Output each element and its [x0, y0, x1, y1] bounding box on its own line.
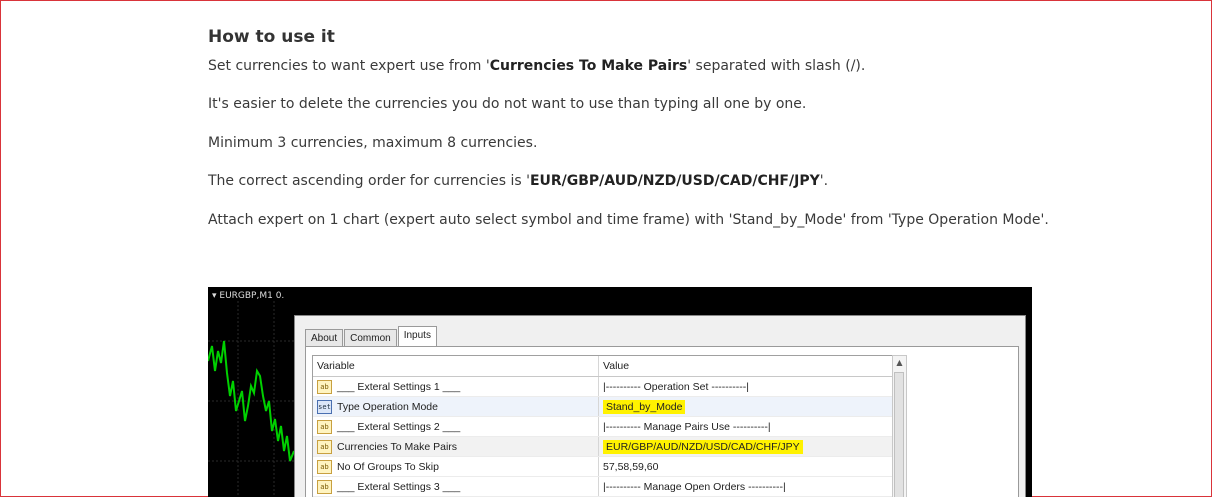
value-cell: 57,58,59,60: [599, 457, 893, 476]
enum-param-icon: set: [317, 399, 332, 414]
table-row[interactable]: set Type Operation Mode Stand_by_Mode: [313, 397, 893, 417]
p1-text-c: ' separated with slash (/).: [687, 58, 866, 74]
value-cell: |---------- Manage Pairs Use ----------|: [599, 417, 893, 436]
p4-text-a: The correct ascending order for currenci…: [208, 173, 530, 189]
string-param-icon: ab: [317, 439, 332, 454]
variable-cell: ab Currencies To Make Pairs: [313, 437, 599, 456]
string-param-icon: ab: [317, 419, 332, 434]
dialog-tabs: About Common Inputs: [305, 326, 438, 349]
paragraph-attach: Attach expert on 1 chart (expert auto se…: [208, 212, 1049, 228]
variable-cell: set Type Operation Mode: [313, 397, 599, 416]
table-row[interactable]: ab Currencies To Make Pairs EUR/GBP/AUD/N…: [313, 437, 893, 457]
paragraph-set-currencies: Set currencies to want expert use from '…: [208, 56, 865, 76]
p4-bold: EUR/GBP/AUD/NZD/USD/CAD/CHF/JPY: [529, 173, 820, 189]
value-cell: |---------- Operation Set ----------|: [599, 377, 893, 396]
price-chart: [208, 301, 294, 497]
variable-name: ___ Exteral Settings 3 ___: [337, 480, 461, 493]
table-row[interactable]: ab ___ Exteral Settings 1 ___ |----------…: [313, 377, 893, 397]
article: How to use it Set currencies to want exp…: [208, 24, 1108, 228]
variable-name: ___ Exteral Settings 2 ___: [337, 420, 461, 433]
scroll-up-arrow-icon[interactable]: ▲: [893, 356, 906, 370]
variable-cell: ab ___ Exteral Settings 3 ___: [313, 477, 599, 496]
string-param-icon: ab: [317, 459, 332, 474]
section-heading: How to use it: [208, 27, 335, 47]
variable-cell: ab No Of Groups To Skip: [313, 457, 599, 476]
variable-cell: ab ___ Exteral Settings 1 ___: [313, 377, 599, 396]
value-cell: |---------- Manage Open Orders ---------…: [599, 477, 893, 496]
string-param-icon: ab: [317, 479, 332, 494]
variable-value: |---------- Manage Pairs Use ----------|: [603, 420, 771, 433]
variable-value: |---------- Manage Open Orders ---------…: [603, 480, 786, 493]
p1-bold: Currencies To Make Pairs: [489, 58, 688, 74]
string-param-icon: ab: [317, 379, 332, 394]
header-variable[interactable]: Variable: [313, 356, 599, 376]
variable-value: 57,58,59,60: [603, 460, 659, 473]
p1-text-a: Set currencies to want expert use from ': [208, 58, 490, 74]
scroll-thumb[interactable]: [894, 372, 904, 497]
table-scrollbar[interactable]: ▲: [892, 355, 907, 497]
table-header: Variable Value: [313, 356, 893, 377]
inputs-panel: Variable Value ab ___ Exteral Settings 1 …: [305, 346, 1019, 497]
p4-text-c: '.: [819, 173, 829, 189]
inputs-table: Variable Value ab ___ Exteral Settings 1 …: [312, 355, 894, 497]
variable-name: Currencies To Make Pairs: [337, 440, 458, 453]
paragraph-order: The correct ascending order for currenci…: [208, 171, 828, 191]
chart-symbol-label: ▾ EURGBP,M1 0.: [212, 291, 285, 301]
table-row[interactable]: ab No Of Groups To Skip 57,58,59,60: [313, 457, 893, 477]
paragraph-min-max: Minimum 3 currencies, maximum 8 currenci…: [208, 135, 538, 151]
highlighted-value: Stand_by_Mode: [603, 399, 686, 414]
value-cell: EUR/GBP/AUD/NZD/USD/CAD/CHF/JPY: [599, 437, 893, 456]
variable-name: ___ Exteral Settings 1 ___: [337, 380, 461, 393]
variable-cell: ab ___ Exteral Settings 2 ___: [313, 417, 599, 436]
header-value[interactable]: Value: [599, 356, 893, 376]
paragraph-easier: It's easier to delete the currencies you…: [208, 96, 807, 112]
settings-screenshot: ▾ EURGBP,M1 0. About Common Inputs Varia…: [208, 287, 1032, 497]
variable-name: Type Operation Mode: [337, 400, 438, 413]
expert-properties-dialog: About Common Inputs Variable Value ab ___…: [294, 315, 1026, 497]
value-cell: Stand_by_Mode: [599, 397, 893, 416]
table-row[interactable]: ab ___ Exteral Settings 3 ___ |----------…: [313, 477, 893, 497]
highlighted-value: EUR/GBP/AUD/NZD/USD/CAD/CHF/JPY: [603, 439, 803, 454]
variable-name: No Of Groups To Skip: [337, 460, 439, 473]
table-row[interactable]: ab ___ Exteral Settings 2 ___ |----------…: [313, 417, 893, 437]
variable-value: |---------- Operation Set ----------|: [603, 380, 750, 393]
